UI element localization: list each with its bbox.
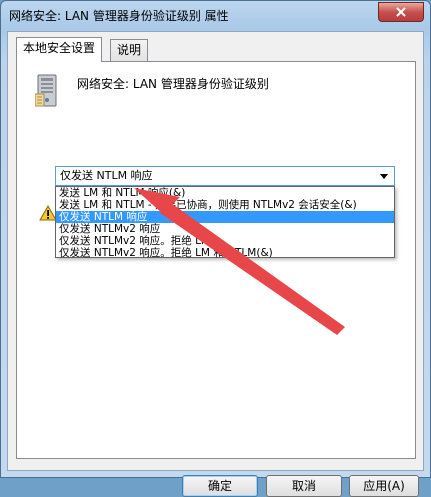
dialog-client: 本地安全设置 说明 网络安全: LAN 管理器身份验证级别 仅发送 NTLM 响… — [7, 31, 424, 497]
ok-button-label: 确定 — [207, 479, 232, 493]
title-bar[interactable]: 网络安全: LAN 管理器身份验证级别 属性 — [1, 1, 430, 29]
chevron-down-icon — [380, 173, 388, 179]
cancel-button-label: 取消 — [291, 479, 316, 493]
apply-button-label: 应用(A) — [363, 479, 405, 493]
select-value: 仅发送 NTLM 响应 — [60, 169, 153, 182]
window-title: 网络安全: LAN 管理器身份验证级别 属性 — [9, 9, 229, 23]
server-policy-icon — [35, 74, 57, 107]
dropdown-option-selected[interactable]: 仅发送 NTLM 响应 — [56, 211, 394, 223]
apply-button[interactable]: 应用(A) — [349, 475, 419, 497]
select-dropdown-button[interactable] — [376, 169, 392, 183]
properties-window: 网络安全: LAN 管理器身份验证级别 属性 本地安全设置 说明 网络安全: L… — [0, 0, 431, 497]
dropdown-option[interactable]: 仅发送 NTLMv2 响应。拒绝 LM 和 NTLM(&) — [56, 247, 394, 259]
tab-label: 本地安全设置 — [23, 41, 96, 55]
close-button[interactable] — [378, 2, 424, 22]
dropdown-option[interactable]: 仅发送 NTLMv2 响应。拒绝 LM — [56, 235, 394, 247]
tab-explain[interactable]: 说明 — [110, 39, 149, 61]
dropdown-option[interactable]: 发送 LM 和 NTLM 响应(&) — [56, 187, 394, 199]
cancel-button[interactable]: 取消 — [266, 475, 342, 497]
close-icon — [396, 7, 406, 17]
policy-title: 网络安全: LAN 管理器身份验证级别 — [77, 77, 269, 91]
auth-level-select[interactable]: 仅发送 NTLM 响应 — [55, 166, 395, 186]
auth-level-dropdown-list: 发送 LM 和 NTLM 响应(&) 发送 LM 和 NTLM - 如果已协商，… — [55, 186, 395, 259]
ok-button[interactable]: 确定 — [182, 475, 258, 497]
dropdown-option[interactable]: 发送 LM 和 NTLM - 如果已协商，则使用 NTLMv2 会话安全(&) — [56, 199, 394, 211]
tab-label: 说明 — [117, 43, 142, 57]
settings-panel: 网络安全: LAN 管理器身份验证级别 仅发送 NTLM 响应 发送 LM 和 … — [16, 61, 416, 459]
tab-local-security-setting[interactable]: 本地安全设置 — [16, 37, 103, 62]
dropdown-option[interactable]: 仅发送 NTLMv2 响应 — [56, 223, 394, 235]
